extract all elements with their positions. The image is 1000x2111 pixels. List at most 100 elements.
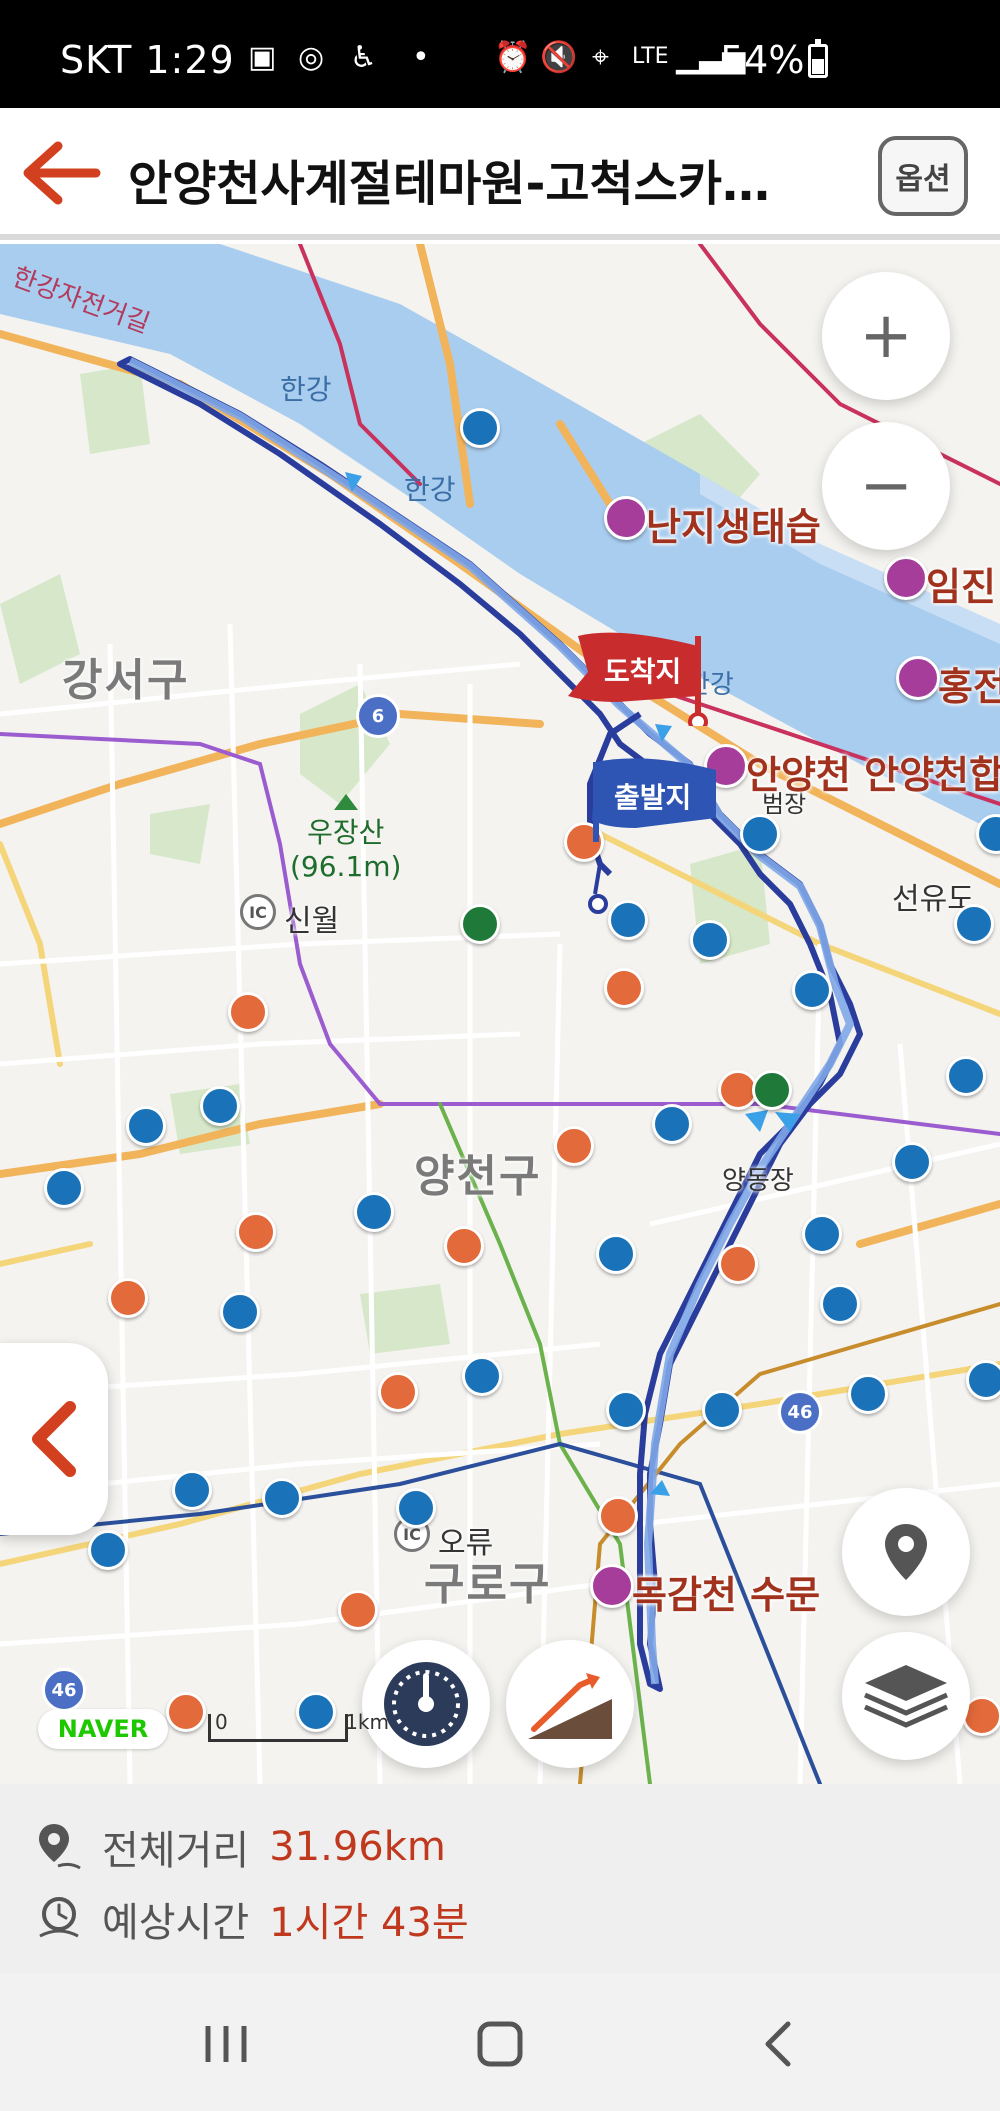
recent-apps-button[interactable] bbox=[196, 2014, 256, 2074]
highway-46-icon: 46 bbox=[42, 1668, 86, 1712]
zoom-in-button[interactable]: + bbox=[822, 272, 950, 400]
location-pin-icon bbox=[885, 1524, 927, 1580]
park-icon[interactable] bbox=[606, 1390, 646, 1430]
park-icon[interactable] bbox=[608, 900, 648, 940]
landmark-icon[interactable] bbox=[604, 968, 644, 1008]
landmark-icon[interactable] bbox=[444, 1226, 484, 1266]
park-icon[interactable] bbox=[88, 1530, 128, 1570]
layers-button[interactable] bbox=[842, 1632, 970, 1760]
speedometer-icon bbox=[384, 1662, 468, 1746]
park-icon[interactable] bbox=[820, 1284, 860, 1324]
park-icon[interactable] bbox=[262, 1478, 302, 1518]
location-icon: ⌖ bbox=[592, 40, 609, 75]
recent-apps-icon bbox=[205, 2026, 247, 2062]
district-label-yangcheon: 양천구 bbox=[414, 1151, 542, 1202]
landmark-icon[interactable] bbox=[166, 1692, 206, 1732]
bicycle-icon bbox=[604, 496, 648, 540]
time-row: 예상시간 1시간 43분 bbox=[34, 1890, 469, 1948]
park-icon[interactable] bbox=[596, 1234, 636, 1274]
map-view[interactable]: 강서구 양천구 구로구 한강 한강 한강자전거길 한강 IC 신월 IC 오류 … bbox=[0, 244, 1000, 1784]
end-flag-label: 도착지 bbox=[604, 655, 682, 688]
park-icon[interactable] bbox=[802, 1214, 842, 1254]
camping-icon[interactable] bbox=[460, 904, 500, 944]
district-label-gangseo: 강서구 bbox=[62, 655, 190, 706]
naver-logo: NAVER bbox=[38, 1709, 168, 1749]
top-bar: 안양천사계절테마원-고척스카이... 옵션 bbox=[0, 108, 1000, 240]
mountain-name: 우장산 bbox=[307, 816, 385, 849]
park-icon[interactable] bbox=[460, 408, 500, 448]
back-button[interactable] bbox=[18, 138, 104, 208]
park-icon[interactable] bbox=[220, 1292, 260, 1332]
back-nav-button[interactable] bbox=[750, 2014, 810, 2074]
mountain-elevation: (96.1m) bbox=[290, 850, 402, 883]
system-nav-bar bbox=[0, 1974, 1000, 2111]
my-location-button[interactable] bbox=[842, 1488, 970, 1616]
end-flag[interactable]: 도착지 bbox=[558, 626, 708, 732]
home-button[interactable] bbox=[470, 2014, 530, 2074]
landmark-icon[interactable] bbox=[598, 1496, 638, 1536]
landmark-icon[interactable] bbox=[236, 1212, 276, 1252]
park-icon[interactable] bbox=[690, 920, 730, 960]
side-panel-toggle[interactable] bbox=[0, 1343, 108, 1535]
route-title: 안양천사계절테마원-고척스카이... bbox=[128, 156, 808, 212]
park-icon[interactable] bbox=[954, 904, 994, 944]
park-icon[interactable] bbox=[792, 970, 832, 1010]
park-icon[interactable] bbox=[44, 1168, 84, 1208]
start-flag[interactable]: 출발지 bbox=[586, 752, 726, 846]
landmark-icon[interactable] bbox=[108, 1278, 148, 1318]
speedometer-button[interactable] bbox=[362, 1640, 490, 1768]
park-icon[interactable] bbox=[946, 1056, 986, 1096]
bicycle-icon bbox=[884, 556, 928, 600]
park-icon[interactable] bbox=[848, 1374, 888, 1414]
battery-percent: 54% bbox=[720, 38, 805, 82]
park-icon[interactable] bbox=[462, 1356, 502, 1396]
river-label: 한강 bbox=[404, 473, 456, 506]
alarm-icon: ⏰ bbox=[494, 40, 532, 75]
time-value: 1시간 43분 bbox=[269, 1900, 469, 1946]
distance-row: 전체거리 31.96km bbox=[34, 1818, 446, 1876]
camera-icon: ◎ bbox=[298, 40, 325, 75]
lte-indicator: LTE bbox=[632, 44, 669, 69]
plus-icon: + bbox=[859, 299, 913, 373]
park-icon[interactable] bbox=[892, 1142, 932, 1182]
zoom-out-button[interactable]: − bbox=[822, 422, 950, 550]
landmark-icon[interactable] bbox=[718, 1244, 758, 1284]
chevron-left-icon bbox=[32, 1401, 76, 1477]
options-button[interactable]: 옵션 bbox=[878, 136, 968, 216]
landmark-icon[interactable] bbox=[554, 1126, 594, 1166]
landmark-icon[interactable] bbox=[338, 1590, 378, 1630]
landmark-icon[interactable] bbox=[228, 992, 268, 1032]
highway-6-icon: 6 bbox=[356, 694, 400, 738]
poi-label: 난지생태습 bbox=[646, 505, 821, 549]
park-icon[interactable] bbox=[354, 1192, 394, 1232]
poi-label: 안양천 안양천합 bbox=[746, 753, 1000, 797]
bus-icon[interactable] bbox=[752, 1070, 792, 1110]
park-icon[interactable] bbox=[172, 1470, 212, 1510]
scale-unit: 1km bbox=[345, 1710, 389, 1734]
park-icon[interactable] bbox=[652, 1104, 692, 1144]
park-icon[interactable] bbox=[966, 1360, 1000, 1400]
park-icon[interactable] bbox=[126, 1106, 166, 1146]
place-label-oryu: 오류 bbox=[438, 1526, 494, 1561]
mute-icon: 🔇 bbox=[540, 40, 578, 75]
distance-value: 31.96km bbox=[269, 1824, 446, 1870]
park-icon[interactable] bbox=[740, 814, 780, 854]
park-icon[interactable] bbox=[702, 1390, 742, 1430]
park-icon[interactable] bbox=[200, 1086, 240, 1126]
landmark-icon[interactable] bbox=[378, 1372, 418, 1412]
park-icon[interactable] bbox=[396, 1488, 436, 1528]
home-icon bbox=[477, 2021, 523, 2067]
poi-label: 홍전 bbox=[938, 665, 1000, 709]
carrier-time: SKT 1:29 bbox=[60, 38, 235, 82]
start-flag-label: 출발지 bbox=[614, 781, 692, 814]
bicycle-icon bbox=[896, 656, 940, 700]
clock-icon bbox=[39, 1897, 79, 1938]
highway-46-icon: 46 bbox=[778, 1390, 822, 1434]
time-label: 예상시간 bbox=[102, 1900, 250, 1946]
dot-icon: • bbox=[412, 40, 430, 75]
mountain-label: 우장산 (96.1m) bbox=[290, 794, 401, 884]
elevation-button[interactable] bbox=[506, 1640, 634, 1768]
bicycle-icon bbox=[590, 1564, 634, 1608]
poi-label: 임진 bbox=[926, 565, 996, 609]
back-chevron-icon bbox=[765, 2021, 791, 2067]
